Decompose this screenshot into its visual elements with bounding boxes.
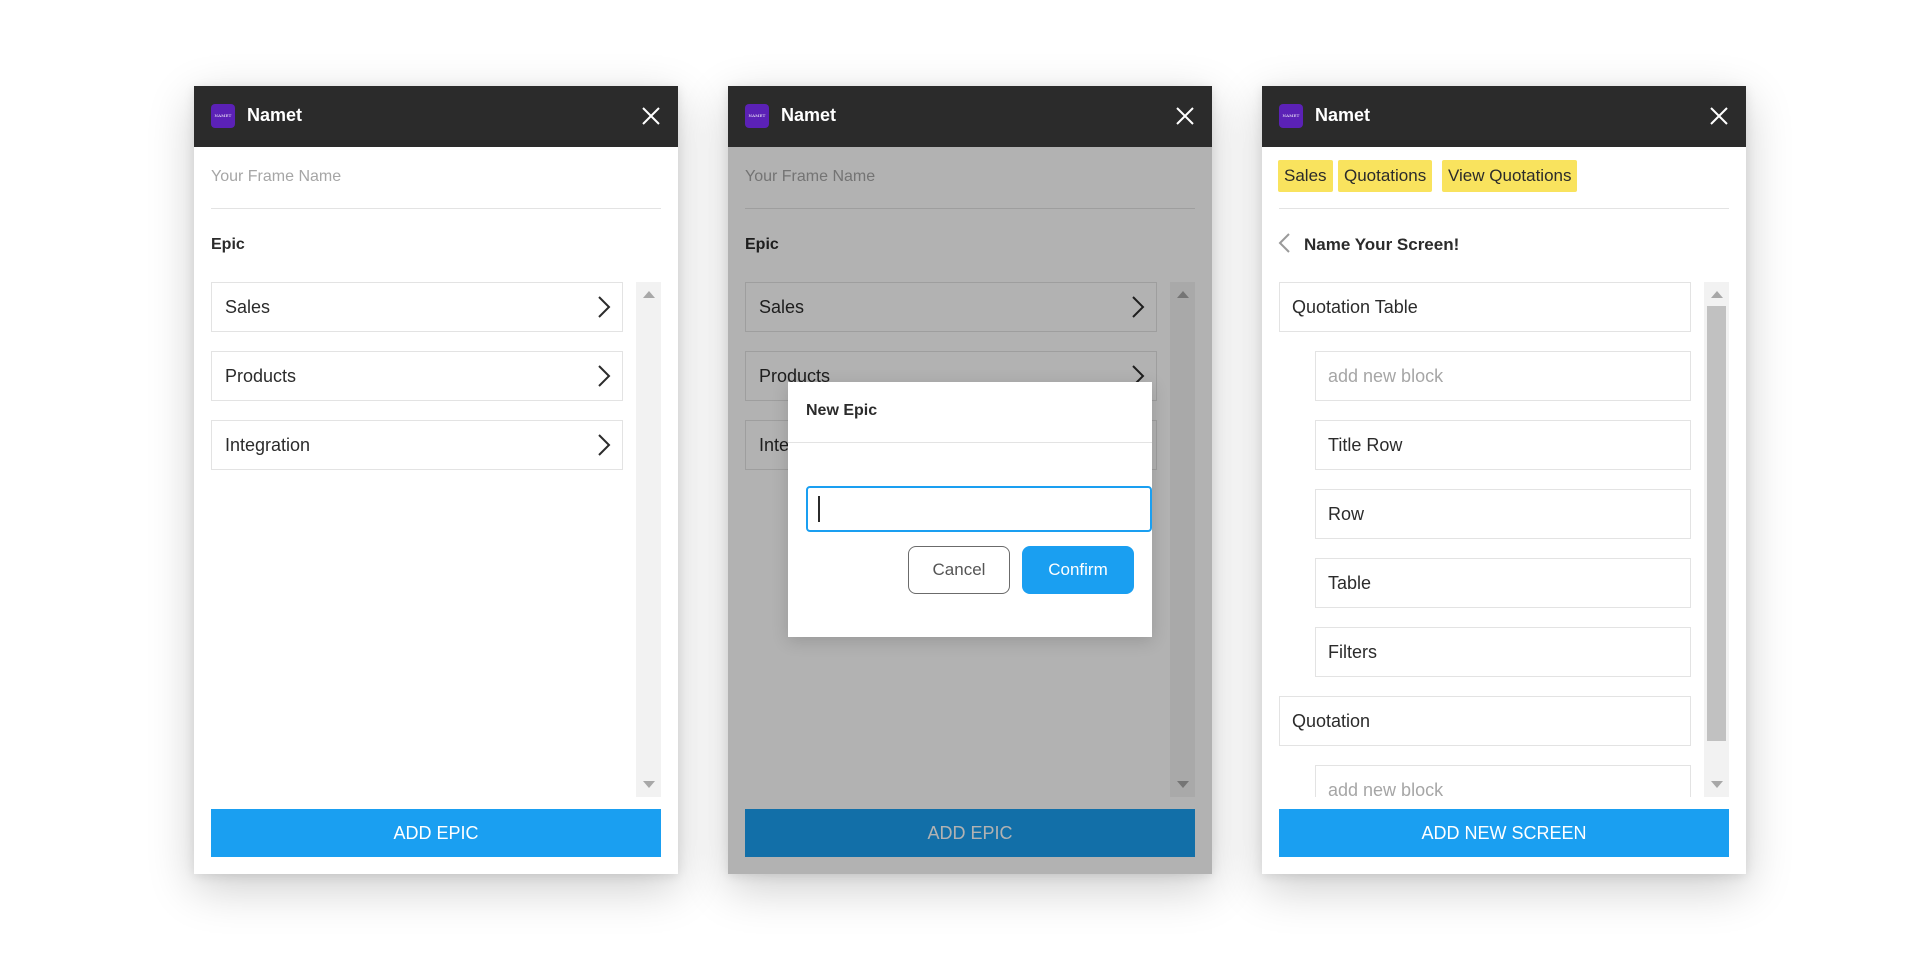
text-cursor [818, 496, 820, 522]
add-new-block[interactable]: add new block [1315, 765, 1691, 797]
dialog-title: New Epic [806, 402, 878, 419]
block-row[interactable]: Row [1315, 489, 1691, 539]
screen-panel: NAMET Namet Sales Quotations View Quotat… [1262, 86, 1746, 874]
block-title-row[interactable]: Title Row [1315, 420, 1691, 470]
namet-logo: NAMET [211, 104, 235, 128]
block-label: Title Row [1328, 435, 1403, 455]
block-filters[interactable]: Filters [1315, 627, 1691, 677]
group-quotation-table[interactable]: Quotation Table [1279, 282, 1691, 332]
panel-header: NAMET Namet [1262, 86, 1746, 147]
epic-item-label: Sales [225, 297, 271, 317]
epic-panel: NAMET Namet Epic Sales Products Integrat… [194, 86, 678, 874]
add-new-block-label: add new block [1328, 366, 1444, 386]
screen-block-list: Quotation Table add new block Title Row … [1262, 282, 1702, 797]
close-icon[interactable] [1708, 105, 1730, 127]
chevron-right-icon [598, 296, 611, 318]
chevron-left-icon[interactable] [1277, 232, 1291, 254]
divider [211, 208, 661, 209]
app-title: Namet [1315, 105, 1371, 125]
panel-header: NAMET Namet [194, 86, 678, 147]
add-new-block-label: add new block [1328, 780, 1444, 797]
group-label: Quotation [1292, 711, 1371, 731]
epic-panel-with-modal: NAMET Namet Epic Sales Products Integrat… [728, 86, 1212, 874]
namet-logo: NAMET [745, 104, 769, 128]
scrollbar-thumb[interactable] [1707, 306, 1726, 741]
epic-item-sales[interactable]: Sales [211, 282, 623, 332]
chevron-right-icon [598, 434, 611, 456]
add-new-screen-button[interactable]: ADD NEW SCREEN [1279, 809, 1729, 857]
scroll-down-arrow[interactable] [1711, 781, 1723, 788]
epic-item-label: Products [225, 366, 297, 386]
block-label: Table [1328, 573, 1372, 593]
panel-header: NAMET Namet [728, 86, 1212, 147]
breadcrumb-view-quotations[interactable]: View Quotations [1442, 160, 1578, 192]
group-quotation[interactable]: Quotation [1279, 696, 1691, 746]
frame-name-input[interactable] [211, 166, 643, 188]
scroll-down-arrow[interactable] [643, 781, 655, 788]
app-title: Namet [781, 105, 837, 125]
section-label-epic: Epic [211, 236, 245, 253]
confirm-button[interactable]: Confirm [1022, 546, 1134, 594]
namet-logo: NAMET [1279, 104, 1303, 128]
scrollbar[interactable] [1704, 282, 1729, 797]
add-new-block[interactable]: add new block [1315, 351, 1691, 401]
block-label: Filters [1328, 642, 1377, 662]
chevron-right-icon [598, 365, 611, 387]
close-icon[interactable] [640, 105, 662, 127]
screen-title: Name Your Screen! [1304, 235, 1460, 254]
group-label: Quotation Table [1292, 297, 1418, 317]
epic-item-integration[interactable]: Integration [211, 420, 623, 470]
breadcrumb-quotations[interactable]: Quotations [1338, 160, 1433, 192]
close-icon[interactable] [1174, 105, 1196, 127]
add-epic-button[interactable]: ADD EPIC [211, 809, 661, 857]
scroll-up-arrow[interactable] [643, 291, 655, 298]
block-table[interactable]: Table [1315, 558, 1691, 608]
block-label: Row [1328, 504, 1365, 524]
epic-name-input[interactable] [806, 486, 1152, 532]
epic-item-label: Integration [225, 435, 311, 455]
dialog-divider [788, 442, 1152, 443]
breadcrumb-sales[interactable]: Sales [1278, 160, 1333, 192]
epic-item-products[interactable]: Products [211, 351, 623, 401]
cancel-button[interactable]: Cancel [908, 546, 1010, 594]
divider [1279, 208, 1729, 209]
app-title: Namet [247, 105, 303, 125]
scroll-up-arrow[interactable] [1711, 291, 1723, 298]
new-epic-dialog: New Epic Cancel Confirm [788, 382, 1152, 637]
scrollbar[interactable] [636, 282, 661, 797]
